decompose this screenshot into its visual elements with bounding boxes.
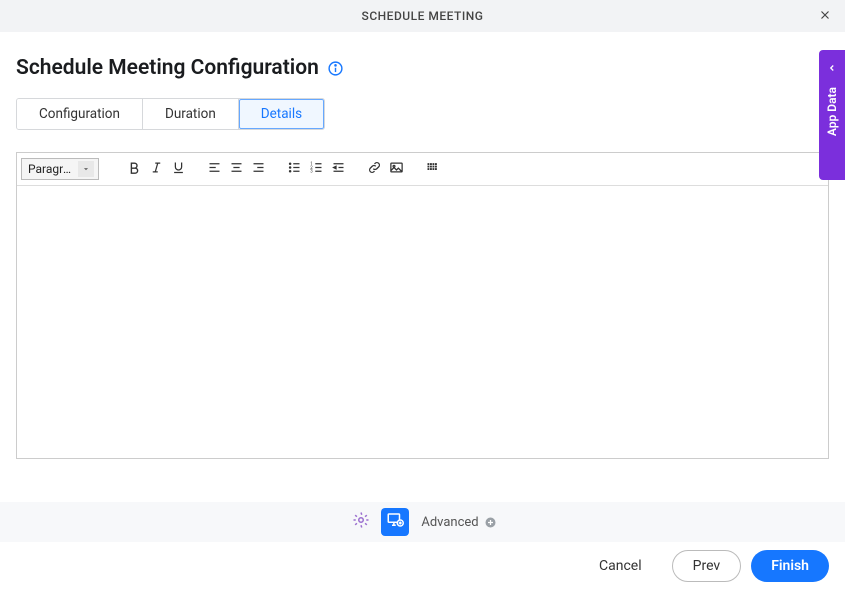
numbered-list-icon: 123 [309, 160, 324, 179]
tab-details[interactable]: Details [239, 99, 324, 129]
settings-button[interactable] [347, 508, 375, 536]
tabs: Configuration Duration Details [16, 98, 325, 130]
dialog-header: SCHEDULE MEETING [0, 0, 845, 32]
bold-button[interactable] [123, 158, 145, 180]
italic-button[interactable] [145, 158, 167, 180]
info-icon[interactable] [327, 59, 345, 77]
italic-icon [149, 160, 164, 179]
rich-editor: Paragra... [16, 152, 829, 459]
svg-text:3: 3 [310, 169, 313, 174]
prev-button[interactable]: Prev [672, 550, 742, 582]
table-button[interactable] [421, 158, 443, 180]
align-center-button[interactable] [225, 158, 247, 180]
plus-circle-icon [483, 515, 498, 530]
chevron-left-icon [827, 58, 837, 77]
display-button[interactable] [381, 508, 409, 536]
link-icon [367, 160, 382, 179]
editor-toolbar: Paragra... [17, 153, 828, 186]
table-icon [425, 160, 440, 179]
bullet-list-icon [287, 160, 302, 179]
dialog-footer: Advanced Cancel Prev Finish [0, 502, 845, 590]
underline-icon [171, 160, 186, 179]
finish-button[interactable]: Finish [751, 550, 829, 582]
close-icon [818, 7, 832, 26]
dialog-title: SCHEDULE MEETING [362, 9, 484, 23]
tab-duration[interactable]: Duration [143, 99, 239, 129]
link-button[interactable] [363, 158, 385, 180]
monitor-plus-icon [386, 511, 404, 533]
format-select-label: Paragra... [28, 162, 76, 176]
image-icon [389, 160, 404, 179]
tab-configuration[interactable]: Configuration [17, 99, 143, 129]
close-button[interactable] [815, 6, 835, 26]
footer-top-bar: Advanced [0, 502, 845, 542]
align-right-button[interactable] [247, 158, 269, 180]
image-button[interactable] [385, 158, 407, 180]
advanced-label: Advanced [421, 515, 478, 530]
dialog-content: Schedule Meeting Configuration Configura… [0, 32, 845, 459]
align-left-button[interactable] [203, 158, 225, 180]
bold-icon [127, 160, 142, 179]
outdent-icon [331, 160, 346, 179]
align-right-icon [251, 160, 266, 179]
outdent-button[interactable] [327, 158, 349, 180]
align-center-icon [229, 160, 244, 179]
advanced-toggle[interactable]: Advanced [421, 515, 497, 530]
editor-textarea[interactable] [17, 186, 828, 454]
bullet-list-button[interactable] [283, 158, 305, 180]
cancel-button[interactable]: Cancel [579, 550, 662, 582]
gear-icon [352, 511, 370, 533]
app-data-label: App Data [825, 87, 839, 136]
align-left-icon [207, 160, 222, 179]
page-title-row: Schedule Meeting Configuration [16, 56, 829, 80]
page-title: Schedule Meeting Configuration [16, 56, 319, 80]
numbered-list-button[interactable]: 123 [305, 158, 327, 180]
underline-button[interactable] [167, 158, 189, 180]
app-data-panel-toggle[interactable]: App Data [819, 50, 845, 180]
format-select[interactable]: Paragra... [21, 158, 99, 180]
caret-down-icon [78, 161, 94, 177]
footer-actions: Cancel Prev Finish [0, 542, 845, 590]
